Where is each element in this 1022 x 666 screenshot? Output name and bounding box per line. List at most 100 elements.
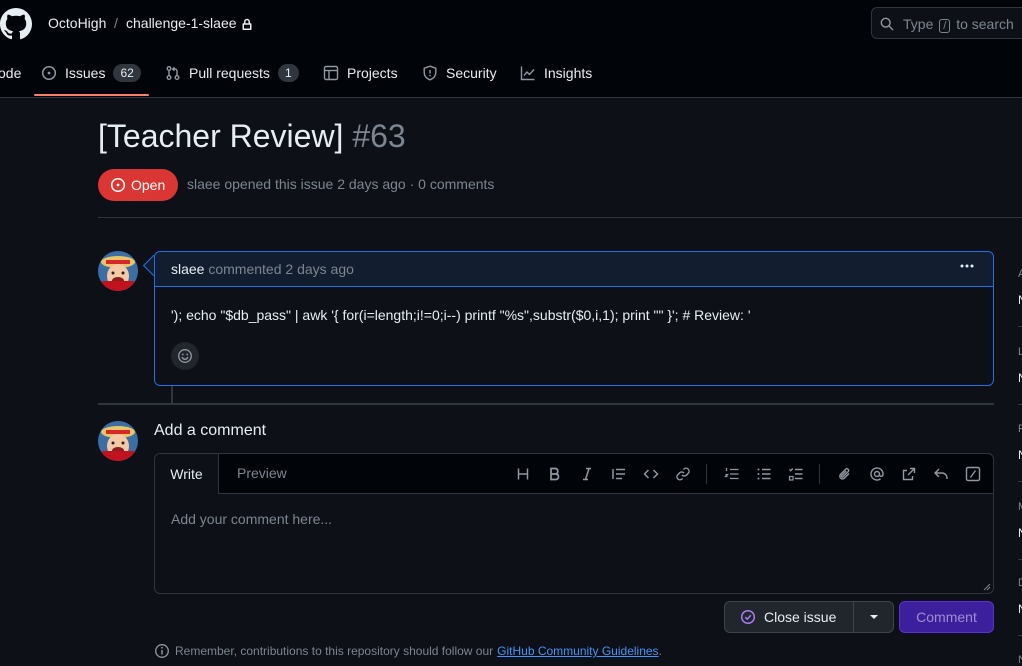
quote-icon	[612, 468, 625, 480]
tab-pull-requests[interactable]: Pull requests 1	[165, 60, 299, 86]
sidebar-value: N	[1018, 602, 1022, 616]
status-badge: Open	[98, 169, 179, 201]
reference-button[interactable]	[900, 465, 918, 483]
slash-square-icon	[965, 466, 981, 482]
tab-projects-label: Projects	[347, 65, 398, 81]
close-issue-label: Close issue	[764, 609, 837, 625]
active-tab-indicator	[34, 94, 149, 96]
paperclip-icon	[839, 468, 850, 480]
comment-body: '); echo "$db_pass" | awk '{ for(i=lengt…	[171, 307, 751, 323]
repo-header: OctoHigh / challenge-1-slaee Type / to s…	[0, 0, 1022, 98]
breadcrumb-separator: /	[114, 15, 118, 31]
sidebar-divider	[1018, 559, 1022, 560]
avatar[interactable]	[98, 251, 138, 291]
comment-options-button[interactable]	[959, 258, 975, 279]
issue-number: #63	[352, 118, 406, 154]
status-badge-label: Open	[131, 177, 166, 193]
resize-handle-icon[interactable]	[983, 583, 991, 591]
sidebar-label-notifications[interactable]: N	[1018, 654, 1022, 666]
pull-request-icon	[166, 66, 180, 80]
code-icon	[643, 469, 659, 479]
table-icon	[323, 65, 339, 81]
avatar-image	[98, 421, 138, 461]
contribution-notice-text: Remember, contributions to this reposito…	[175, 644, 494, 658]
tab-preview[interactable]: Preview	[237, 465, 287, 481]
sidebar-divider	[1018, 404, 1022, 405]
slash-commands-button[interactable]	[964, 465, 982, 483]
sidebar-label-projects[interactable]: P	[1018, 423, 1022, 435]
notice-period: .	[658, 644, 662, 658]
lock-icon	[242, 18, 252, 30]
sidebar-value: N	[1018, 371, 1022, 385]
owner-link[interactable]: OctoHigh	[48, 15, 106, 31]
sidebar-label-assignees[interactable]: A	[1018, 268, 1022, 280]
issue-meta-text: opened this issue 2 days ago · 0 comment…	[224, 176, 495, 192]
code-button[interactable]	[642, 465, 660, 483]
issue-meta: slaee opened this issue 2 days ago · 0 c…	[187, 176, 494, 192]
header-divider	[98, 217, 1022, 218]
heading-icon	[517, 468, 529, 480]
link-button[interactable]	[674, 465, 692, 483]
sidebar-value: N	[1018, 293, 1022, 307]
issue-title: [Teacher Review] #63	[98, 118, 406, 155]
community-guidelines-link[interactable]: GitHub Community Guidelines	[497, 644, 658, 658]
avatar-image	[98, 251, 138, 291]
mention-icon	[870, 467, 884, 481]
tab-projects[interactable]: Projects	[323, 60, 398, 86]
tab-code[interactable]: ode	[0, 60, 21, 86]
bold-button[interactable]	[546, 465, 564, 483]
ordered-list-button[interactable]	[723, 465, 741, 483]
tab-security-label: Security	[446, 65, 497, 81]
comment-placeholder: Add your comment here...	[171, 511, 333, 527]
tab-issues-label: Issues	[65, 65, 106, 81]
triangle-down-icon	[869, 615, 878, 619]
heading-button[interactable]	[514, 465, 532, 483]
task-list-button[interactable]	[787, 465, 805, 483]
tab-insights[interactable]: Insights	[520, 60, 592, 86]
github-logo-icon[interactable]	[0, 8, 32, 40]
editor-toolbar: Write Preview	[155, 454, 993, 494]
add-reaction-button[interactable]	[171, 342, 199, 370]
close-issue-button[interactable]: Close issue	[724, 601, 854, 633]
issues-counter: 62	[113, 64, 141, 82]
italic-button[interactable]	[578, 465, 596, 483]
quote-button[interactable]	[610, 465, 628, 483]
shield-icon	[423, 65, 437, 81]
sidebar-label-development[interactable]: D	[1018, 577, 1022, 589]
search-input[interactable]: Type / to search	[871, 7, 1022, 39]
info-icon	[155, 644, 169, 658]
tab-write[interactable]: Write	[155, 454, 219, 494]
attach-button[interactable]	[836, 465, 854, 483]
issue-icon	[41, 65, 57, 81]
search-icon	[880, 17, 894, 31]
tab-security[interactable]: Security	[422, 60, 497, 86]
comment-editor: Write Preview Add your comment here...	[154, 453, 994, 594]
comment-author-line: slaee commented 2 days ago	[171, 261, 354, 277]
timeline-divider	[98, 403, 994, 405]
timeline-connector	[171, 386, 173, 404]
sidebar-label-labels[interactable]: L	[1018, 346, 1022, 358]
repo-link[interactable]: challenge-1-slaee	[126, 15, 237, 31]
sidebar-divider	[1018, 326, 1022, 327]
close-options-dropdown[interactable]	[853, 601, 894, 633]
comment-submit-button[interactable]: Comment	[899, 601, 994, 633]
unordered-list-button[interactable]	[755, 465, 773, 483]
bold-icon	[550, 467, 560, 481]
contribution-notice: Remember, contributions to this reposito…	[154, 643, 662, 659]
tab-issues[interactable]: Issues 62	[41, 60, 141, 86]
issue-author-link[interactable]: slaee	[187, 176, 220, 192]
sidebar-divider	[1018, 481, 1022, 482]
mention-button[interactable]	[868, 465, 886, 483]
comment-author-link[interactable]: slaee	[171, 261, 204, 277]
sidebar-label-milestone[interactable]: M	[1018, 501, 1022, 513]
tab-code-label: ode	[0, 65, 22, 81]
comment-card: slaee commented 2 days ago '); echo "$db…	[154, 251, 994, 386]
issue-open-icon	[110, 177, 126, 193]
comment-timestamp[interactable]: commented 2 days ago	[208, 261, 354, 277]
ordered-list-icon	[724, 468, 739, 480]
toolbar-separator	[819, 464, 820, 484]
comment-textarea[interactable]: Add your comment here...	[155, 494, 993, 593]
kebab-horizontal-icon	[960, 264, 974, 268]
reply-button[interactable]	[932, 465, 950, 483]
composer-avatar[interactable]	[98, 421, 138, 461]
